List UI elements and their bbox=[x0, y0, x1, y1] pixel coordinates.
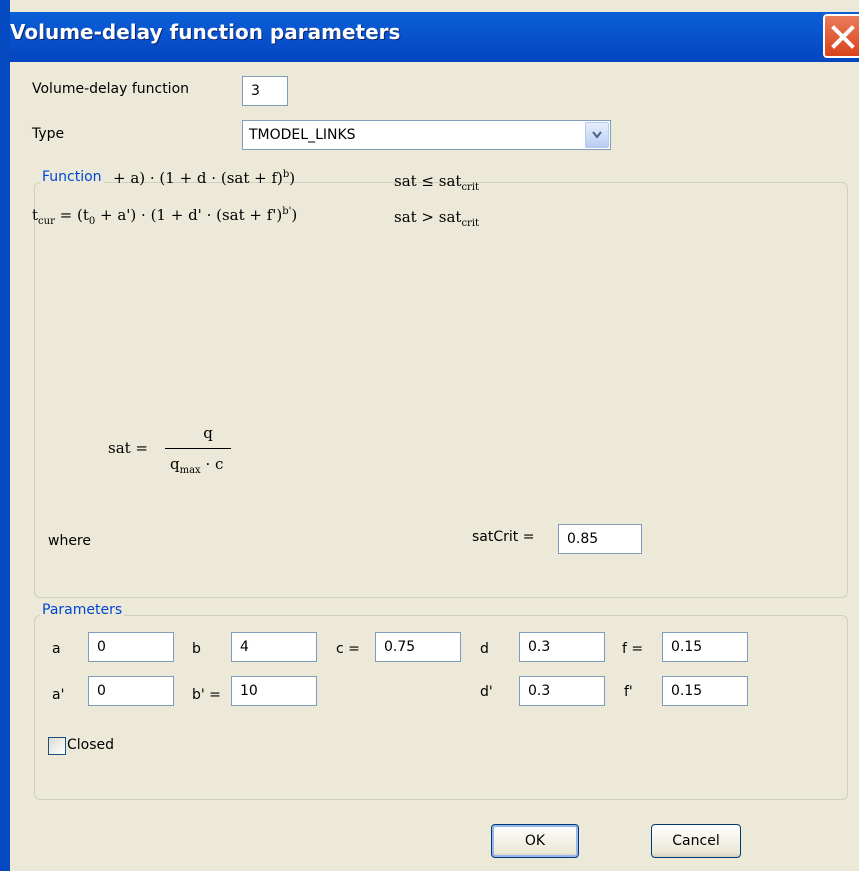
param-f-label: f = bbox=[622, 641, 644, 657]
param-b-field[interactable]: 4 bbox=[231, 632, 317, 662]
param-d-label: d bbox=[480, 641, 489, 657]
param-d-field[interactable]: 0.3 bbox=[519, 632, 605, 662]
type-dropdown-value: TMODEL_LINKS bbox=[249, 127, 356, 143]
param-a-prime-field[interactable]: 0 bbox=[88, 676, 174, 706]
param-b-prime-field[interactable]: 10 bbox=[231, 676, 317, 706]
where-label: where bbox=[48, 533, 91, 549]
param-a-prime-label: a' bbox=[52, 687, 65, 703]
chevron-down-icon bbox=[592, 131, 602, 139]
formula-line-1: + a) · (1 + d · (sat + f)b) bbox=[113, 169, 296, 187]
title-bar: Volume-delay function parameters bbox=[0, 0, 859, 62]
param-b-label: b bbox=[192, 641, 201, 657]
window-title: Volume-delay function parameters bbox=[10, 20, 401, 44]
param-a-field[interactable]: 0 bbox=[88, 632, 174, 662]
function-groupbox bbox=[34, 182, 848, 598]
cancel-button[interactable]: Cancel bbox=[651, 824, 741, 858]
function-group-title: Function bbox=[40, 169, 104, 185]
param-c-label: c = bbox=[336, 641, 360, 657]
fraction-bar bbox=[165, 448, 231, 449]
sat-denominator: qmax · c bbox=[170, 455, 224, 476]
ok-button[interactable]: OK bbox=[491, 824, 579, 858]
vdf-label: Volume-delay function bbox=[32, 81, 190, 97]
sat-lhs: sat = bbox=[108, 439, 149, 457]
parameters-group-title: Parameters bbox=[40, 602, 125, 618]
param-f-prime-label: f' bbox=[624, 684, 633, 700]
param-a-label: a bbox=[52, 641, 61, 657]
type-dropdown[interactable]: TMODEL_LINKS bbox=[242, 120, 611, 150]
formula-line-2-condition: sat > satcrit bbox=[394, 208, 480, 229]
closed-checkbox[interactable] bbox=[48, 737, 66, 755]
window-frame-left bbox=[0, 0, 10, 871]
vdf-number-field[interactable]: 3 bbox=[242, 76, 288, 106]
param-f-field[interactable]: 0.15 bbox=[662, 632, 748, 662]
param-b-prime-label: b' = bbox=[192, 687, 221, 703]
closed-label[interactable]: Closed bbox=[67, 737, 114, 753]
type-dropdown-button[interactable] bbox=[585, 122, 609, 148]
param-d-prime-label: d' bbox=[480, 684, 493, 700]
type-label: Type bbox=[32, 126, 65, 142]
satcrit-field[interactable]: 0.85 bbox=[558, 524, 642, 554]
dialog-client-area: Volume-delay function 3 Type TMODEL_LINK… bbox=[10, 62, 859, 871]
formula-line-2: tcur = (t0 + a') · (1 + d' · (sat + f')b… bbox=[32, 206, 298, 227]
close-button[interactable] bbox=[823, 14, 859, 58]
close-icon bbox=[831, 25, 855, 49]
param-f-prime-field[interactable]: 0.15 bbox=[662, 676, 748, 706]
param-c-field[interactable]: 0.75 bbox=[375, 632, 461, 662]
formula-line-1-condition: sat ≤ satcrit bbox=[394, 172, 480, 193]
param-d-prime-field[interactable]: 0.3 bbox=[519, 676, 605, 706]
sat-numerator: q bbox=[203, 424, 213, 442]
satcrit-label: satCrit = bbox=[472, 529, 535, 545]
